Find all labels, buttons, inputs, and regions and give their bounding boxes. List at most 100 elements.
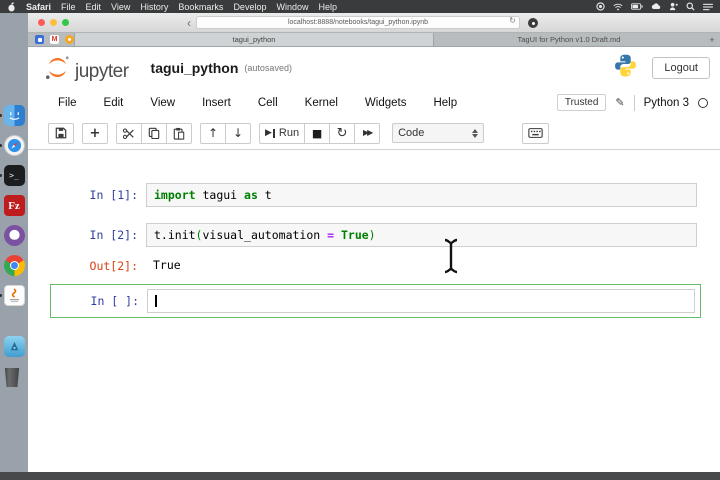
notification-center-icon[interactable]: [703, 3, 713, 11]
menu-edit[interactable]: Edit: [104, 97, 124, 109]
paste-cell-button[interactable]: [166, 122, 192, 144]
copy-cell-button[interactable]: [141, 122, 167, 144]
run-label: Run: [278, 127, 300, 139]
screen-bottom-edge: [0, 472, 720, 480]
notebook-menubar: File Edit View Insert Cell Kernel Widget…: [28, 88, 720, 117]
dock-chrome-icon[interactable]: [3, 255, 25, 276]
browser-toolbar: ‹› localhost:8888/notebooks/tagui_python…: [28, 13, 720, 33]
code-input[interactable]: t.init(visual_automation = True): [146, 223, 697, 247]
dock-safari-icon[interactable]: [0, 135, 25, 156]
menubar-item-history[interactable]: History: [140, 2, 168, 12]
code-cell-2: In [2]: t.init(visual_automation = True): [28, 223, 720, 247]
move-cell-up-button[interactable]: ↑: [200, 122, 226, 144]
save-button[interactable]: [48, 122, 74, 144]
wifi-icon[interactable]: [613, 3, 623, 11]
python-logo-icon: [613, 53, 638, 83]
zoom-window-button[interactable]: [62, 19, 69, 26]
code-cell-1: In [1]: import tagui as t: [28, 183, 720, 207]
new-tab-button[interactable]: +: [704, 33, 720, 46]
notebook-toolbar: + ↑ ↓ ▶ Run ■ ↻ ▶▶ Code: [28, 117, 720, 150]
status-circle-icon[interactable]: [596, 2, 605, 11]
menubar-item-help[interactable]: Help: [318, 2, 337, 12]
fast-forward-icon: ▶▶: [362, 128, 373, 137]
tab-bar: M tagui_python TagUI for Python v1.0 Dra…: [28, 33, 720, 47]
running-indicator: [0, 174, 2, 177]
address-bar[interactable]: localhost:8888/notebooks/tagui_python.ip…: [196, 16, 520, 29]
output-cell-2: Out[2]: True: [28, 254, 720, 276]
close-window-button[interactable]: [38, 19, 45, 26]
restart-run-all-button[interactable]: ▶▶: [354, 122, 381, 144]
menu-kernel[interactable]: Kernel: [305, 97, 338, 109]
menu-help[interactable]: Help: [433, 97, 457, 109]
cell-type-value: Code: [398, 127, 425, 139]
move-cell-down-button[interactable]: ↓: [225, 122, 251, 144]
running-indicator: [0, 114, 2, 117]
menubar-item-edit[interactable]: Edit: [86, 2, 102, 12]
cell-type-dropdown[interactable]: Code: [392, 123, 485, 143]
address-url: localhost:8888/notebooks/tagui_python.ip…: [287, 19, 429, 26]
dock-github-icon[interactable]: [3, 225, 25, 246]
dropdown-arrows-icon: [472, 128, 479, 138]
menu-widgets[interactable]: Widgets: [365, 97, 407, 109]
menubar-item-bookmarks[interactable]: Bookmarks: [178, 2, 223, 12]
keyboard-icon: [528, 128, 543, 138]
menu-file[interactable]: File: [58, 97, 77, 109]
menubar-item-window[interactable]: Window: [276, 2, 308, 12]
dock-finder-icon[interactable]: [0, 105, 25, 126]
plus-icon: +: [89, 125, 101, 141]
minimize-window-button[interactable]: [50, 19, 57, 26]
spotlight-icon[interactable]: [686, 2, 695, 11]
menubar-item-develop[interactable]: Develop: [233, 2, 266, 12]
menubar-item-view[interactable]: View: [111, 2, 130, 12]
copy-icon: [148, 127, 160, 139]
notebook-header: jupyter tagui_python (autosaved) Logout: [28, 47, 720, 88]
command-palette-button[interactable]: [522, 122, 550, 144]
jupyter-wordmark: jupyter: [75, 61, 129, 82]
pinned-tab-blue-icon[interactable]: [35, 35, 44, 44]
logout-button[interactable]: Logout: [652, 56, 710, 79]
separator: [633, 94, 635, 111]
dock-blue-app-icon[interactable]: [3, 336, 25, 357]
battery-icon[interactable]: [631, 3, 643, 10]
run-cell-button[interactable]: ▶ Run: [259, 122, 306, 144]
menu-view[interactable]: View: [150, 97, 175, 109]
restart-icon: ↻: [336, 125, 348, 141]
add-cell-button[interactable]: +: [82, 122, 108, 144]
kernel-name: Python 3: [643, 96, 689, 109]
output-prompt: Out[2]:: [89, 259, 138, 273]
code-input[interactable]: import tagui as t: [146, 183, 697, 207]
tab-tagui-python[interactable]: tagui_python: [74, 33, 434, 46]
code-cell-3-active: In [ ]:: [50, 284, 701, 318]
stop-icon: ■: [311, 126, 323, 140]
kernel-status-icon: [698, 97, 708, 108]
screen: Safari File Edit View History Bookmarks …: [0, 0, 720, 480]
dock-filezilla-icon[interactable]: Fz: [3, 195, 25, 216]
dock-java-app-icon[interactable]: [0, 285, 25, 306]
pinned-tab-orange-icon[interactable]: [65, 35, 74, 44]
jupyter-page: jupyter tagui_python (autosaved) Logout …: [28, 47, 720, 472]
autosave-status: (autosaved): [244, 62, 292, 73]
jupyter-logo[interactable]: jupyter: [44, 54, 129, 81]
dock-trash-icon[interactable]: [4, 366, 25, 387]
notebook-title[interactable]: tagui_python: [151, 60, 239, 76]
menubar-app-name[interactable]: Safari: [26, 2, 51, 12]
apple-icon[interactable]: [7, 1, 16, 12]
pinned-tab-gmail-icon[interactable]: M: [50, 35, 59, 44]
menubar-item-file[interactable]: File: [61, 2, 76, 12]
tab-tagui-draft[interactable]: TagUI for Python v1.0 Draft.md: [434, 33, 704, 46]
cut-cell-button[interactable]: [116, 122, 142, 144]
menu-insert[interactable]: Insert: [202, 97, 231, 109]
code-input-focused[interactable]: [147, 289, 695, 313]
extension-badge-icon[interactable]: [528, 18, 538, 28]
user-switch-icon[interactable]: [669, 2, 678, 11]
interrupt-kernel-button[interactable]: ■: [304, 122, 331, 144]
menu-cell[interactable]: Cell: [258, 97, 278, 109]
tab-label: tagui_python: [232, 35, 276, 44]
tab-label: TagUI for Python v1.0 Draft.md: [517, 35, 621, 44]
input-prompt: In [ ]:: [90, 294, 139, 308]
cloud-icon[interactable]: [651, 3, 661, 10]
edit-title-pencil-icon[interactable]: ✎: [615, 96, 624, 109]
reload-icon[interactable]: ↻: [509, 17, 516, 25]
restart-kernel-button[interactable]: ↻: [329, 122, 356, 144]
dock-terminal-icon[interactable]: >_: [0, 165, 25, 186]
